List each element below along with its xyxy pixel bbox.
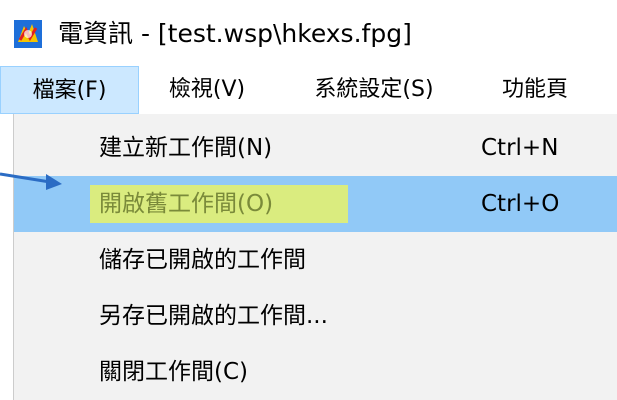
menu-item-save-workspace[interactable]: 儲存已開啟的工作間 [14,232,617,288]
menu-bar: 檔案(F) 檢視(V) 系統設定(S) 功能頁 [0,66,617,114]
menu-item-new-workspace[interactable]: 建立新工作間(N) Ctrl+N [14,120,617,176]
menu-file[interactable]: 檔案(F) [0,66,139,114]
screen: 電資訊 - [test.wsp\hkexs.fpg] 檔案(F) 檢視(V) 系… [0,0,617,400]
menu-item-shortcut: Ctrl+N [481,135,559,161]
menu-item-save-workspace-as[interactable]: 另存已開啟的工作間... [14,288,617,344]
menu-item-shortcut: Ctrl+O [481,191,560,217]
title-bar: 電資訊 - [test.wsp\hkexs.fpg] [0,0,617,66]
menu-system-settings[interactable]: 系統設定(S) [290,66,458,114]
file-menu-dropdown: 建立新工作間(N) Ctrl+N 開啟舊工作間(O) Ctrl+O 儲存已開啟的… [13,114,617,400]
menu-item-label: 開啟舊工作間(O) [99,191,274,217]
window-title: 電資訊 - [test.wsp\hkexs.fpg] [58,19,412,48]
menu-item-close-workspace[interactable]: 關閉工作間(C) [14,344,617,400]
menu-view[interactable]: 檢視(V) [148,66,266,114]
app-icon [14,20,42,48]
menu-item-label: 建立新工作間(N) [99,135,273,161]
menu-item-label: 關閉工作間(C) [99,359,249,385]
annotation-arrow-icon [0,172,62,190]
menu-item-label: 儲存已開啟的工作間 [99,247,306,273]
menu-item-label: 另存已開啟的工作間... [99,303,328,329]
menu-function-page[interactable]: 功能頁 [480,66,590,114]
menu-item-open-workspace[interactable]: 開啟舊工作間(O) Ctrl+O [14,176,617,232]
